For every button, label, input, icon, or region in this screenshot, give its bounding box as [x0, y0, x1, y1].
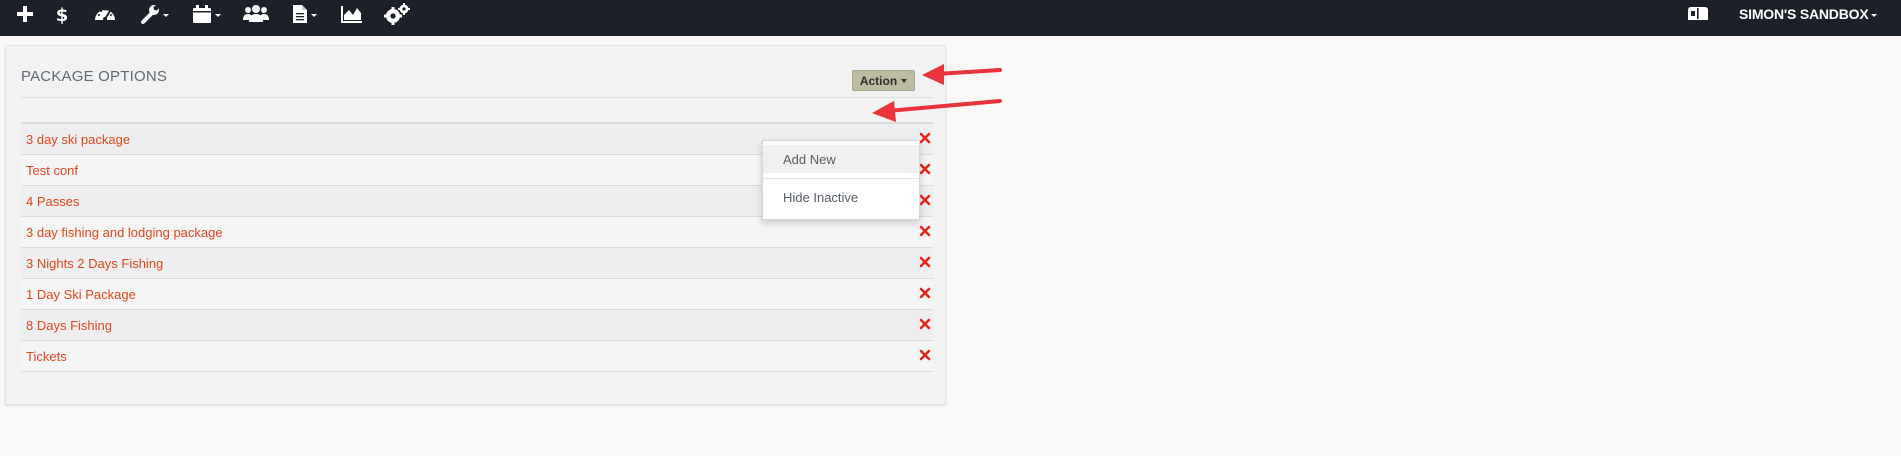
delete-icon[interactable] — [918, 162, 932, 176]
package-name-link[interactable]: 3 day ski package — [26, 132, 130, 147]
chevron-down-icon — [311, 14, 317, 17]
table-row: Tickets — [21, 341, 933, 372]
menu-divider — [763, 178, 919, 179]
package-name-link[interactable]: 1 Day Ski Package — [26, 287, 136, 302]
settings-button[interactable] — [384, 3, 410, 25]
customers-button[interactable] — [243, 3, 269, 25]
package-name-link[interactable]: 3 Nights 2 Days Fishing — [26, 256, 163, 271]
billing-button[interactable]: $ — [56, 3, 68, 25]
delete-icon[interactable] — [918, 348, 932, 362]
package-name-link[interactable]: Tickets — [26, 349, 67, 364]
package-name-link[interactable]: 3 day fishing and lodging package — [26, 225, 223, 240]
action-button[interactable]: Action — [852, 70, 915, 91]
top-navbar: $ SIMON'S SANDBOX — [0, 0, 1901, 36]
calendar-icon — [193, 5, 211, 23]
add-icon — [17, 6, 33, 22]
document-icon — [293, 5, 307, 23]
mailbox-icon — [1688, 7, 1708, 20]
table-row: 8 Days Fishing — [21, 310, 933, 341]
calendar-menu[interactable] — [192, 3, 221, 25]
dashboard-button[interactable] — [93, 3, 117, 25]
action-dropdown-menu: Add New Hide Inactive — [762, 140, 920, 220]
users-icon — [243, 5, 269, 22]
tools-menu[interactable] — [140, 3, 169, 25]
divider — [21, 97, 933, 98]
account-name: SIMON'S SANDBOX — [1739, 6, 1869, 22]
table-row: 1 Day Ski Package — [21, 279, 933, 310]
analytics-button[interactable] — [341, 3, 363, 25]
table-row: 3 Nights 2 Days Fishing — [21, 248, 933, 279]
wrench-icon — [141, 5, 159, 24]
gears-icon — [384, 3, 410, 25]
chevron-down-icon — [215, 14, 221, 17]
chevron-down-icon — [163, 14, 169, 17]
delete-icon[interactable] — [918, 131, 932, 145]
package-name-link[interactable]: Test conf — [26, 163, 78, 178]
add-button[interactable] — [16, 3, 34, 25]
chevron-down-icon — [1871, 14, 1878, 17]
delete-icon[interactable] — [918, 255, 932, 269]
dollar-icon: $ — [56, 5, 68, 24]
mailbox-button[interactable] — [1686, 3, 1710, 25]
add-new-menu-item[interactable]: Add New — [763, 145, 919, 173]
area-chart-icon — [341, 6, 362, 23]
package-name-link[interactable]: 8 Days Fishing — [26, 318, 112, 333]
dashboard-icon — [95, 8, 115, 21]
package-name-link[interactable]: 4 Passes — [26, 194, 79, 209]
table-row: 3 day fishing and lodging package — [21, 217, 933, 248]
account-menu[interactable]: SIMON'S SANDBOX — [1739, 3, 1878, 25]
delete-icon[interactable] — [918, 193, 932, 207]
delete-icon[interactable] — [918, 224, 932, 238]
svg-text:$: $ — [56, 5, 68, 24]
chevron-down-icon — [901, 79, 908, 83]
delete-icon[interactable] — [918, 317, 932, 331]
reports-menu[interactable] — [292, 3, 317, 25]
action-button-label: Action — [859, 73, 898, 88]
hide-inactive-menu-item[interactable]: Hide Inactive — [763, 183, 919, 211]
delete-icon[interactable] — [918, 286, 932, 300]
package-options-panel: PACKAGE OPTIONS Action 3 day ski package… — [5, 45, 946, 405]
panel-title: PACKAGE OPTIONS — [21, 68, 168, 85]
